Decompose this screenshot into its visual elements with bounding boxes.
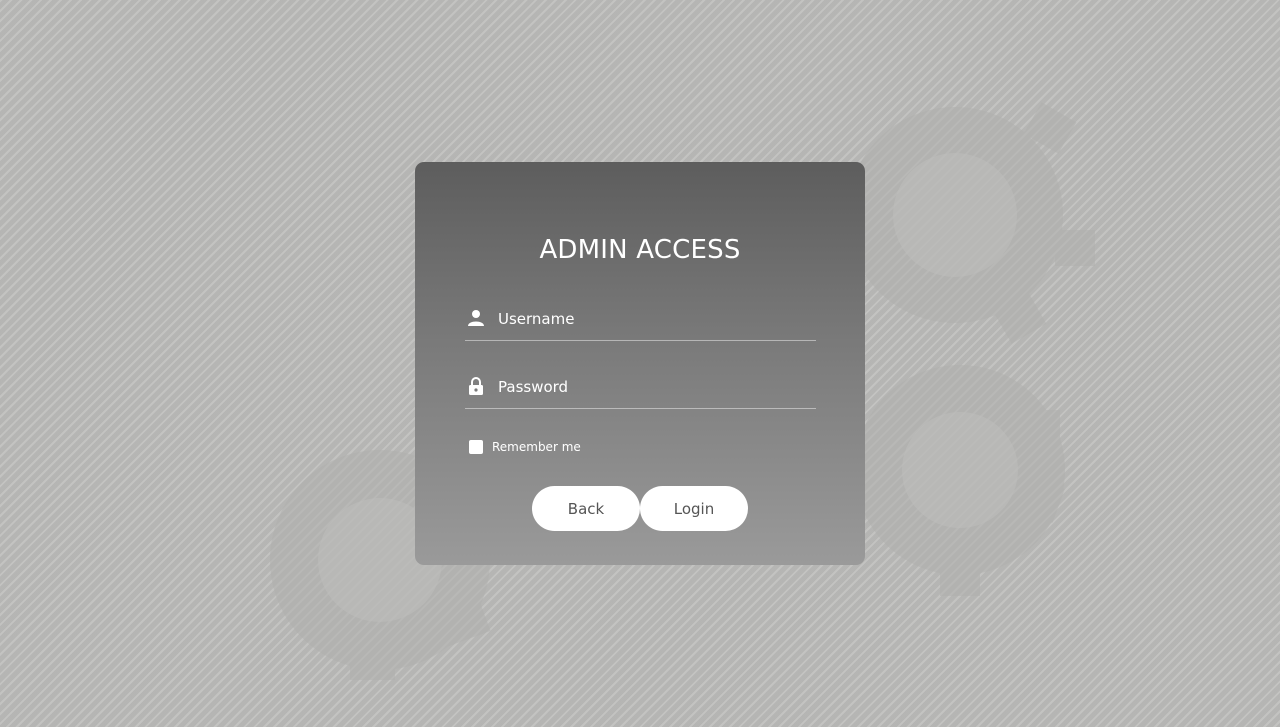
login-button[interactable]: Login xyxy=(640,486,748,531)
login-card: ADMIN ACCESS Remember me Back Login xyxy=(415,162,865,565)
username-input[interactable] xyxy=(498,307,808,331)
user-icon xyxy=(468,310,484,326)
remember-me-label: Remember me xyxy=(492,440,581,454)
password-input[interactable] xyxy=(498,375,808,399)
back-button[interactable]: Back xyxy=(532,486,640,531)
remember-me-checkbox[interactable] xyxy=(469,440,483,454)
lock-icon xyxy=(469,377,483,395)
username-field xyxy=(465,301,816,341)
page-title: ADMIN ACCESS xyxy=(539,235,741,265)
password-field xyxy=(465,369,816,409)
remember-me: Remember me xyxy=(469,440,581,454)
